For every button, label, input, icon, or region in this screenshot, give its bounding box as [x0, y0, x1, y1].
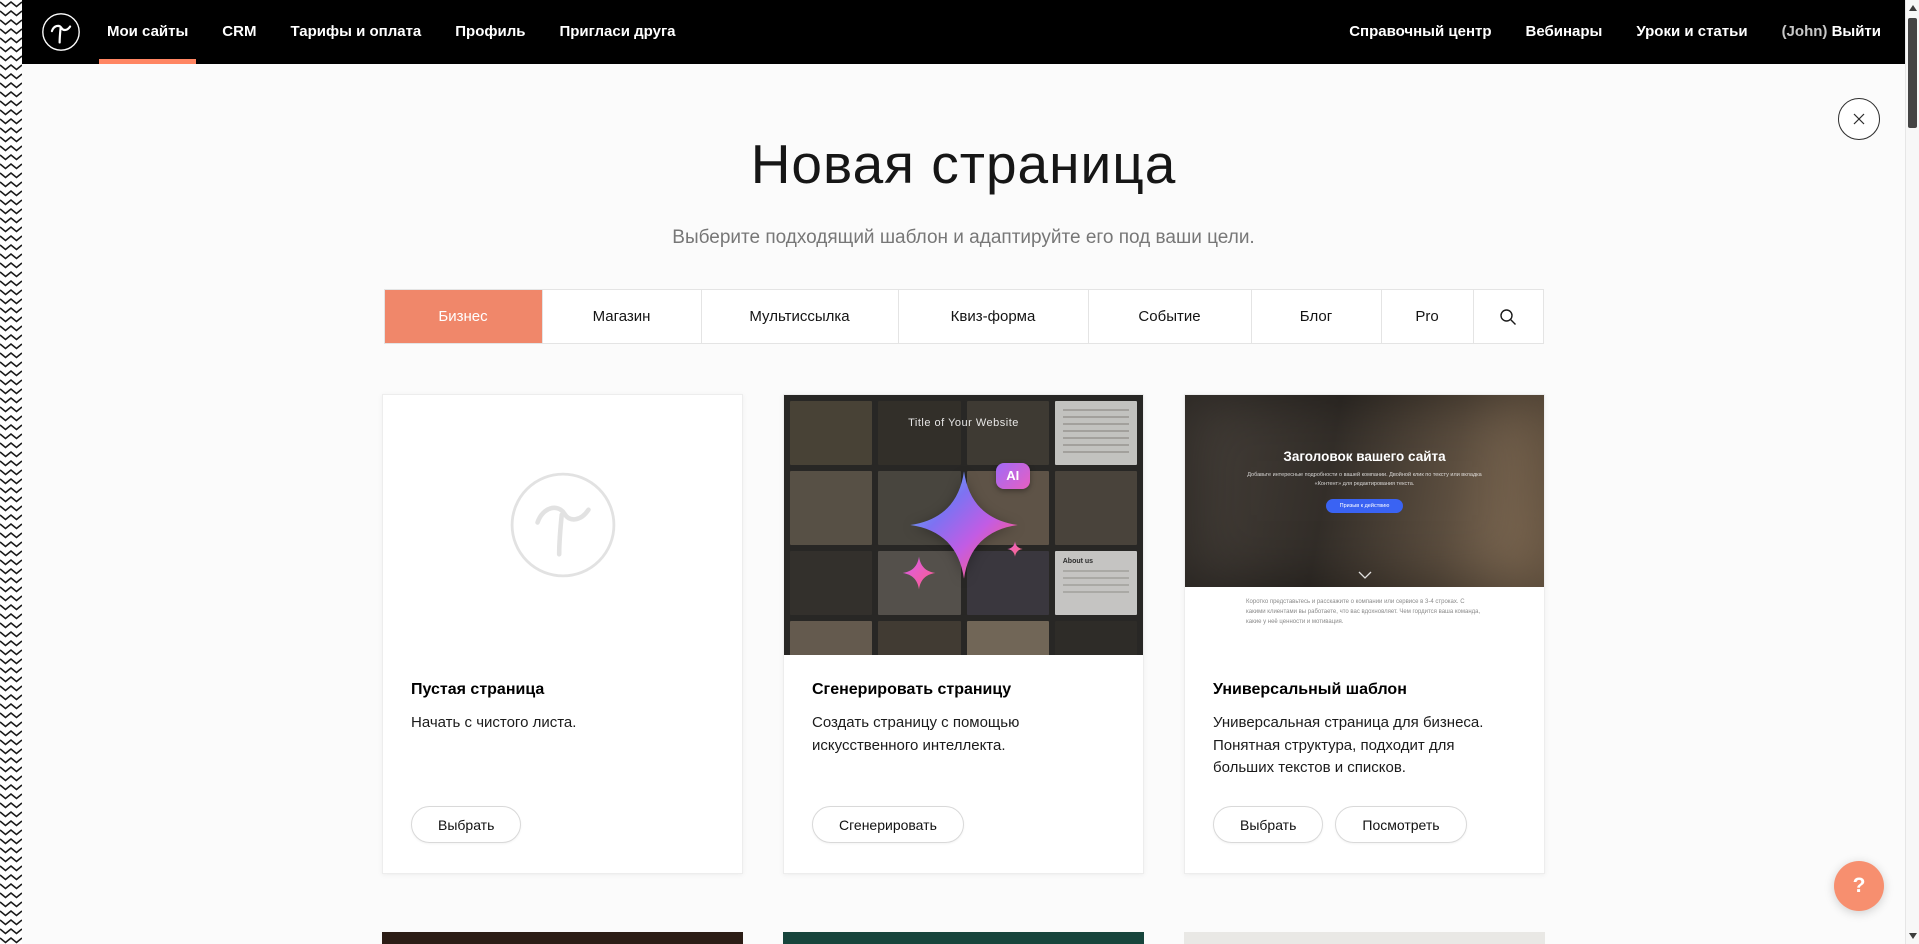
- tilda-logo-icon: [41, 12, 81, 52]
- page-title: Новая страница: [22, 136, 1905, 192]
- tab-multilink[interactable]: Мультиссылка: [702, 290, 899, 343]
- tab-quiz-form[interactable]: Квиз-форма: [899, 290, 1089, 343]
- tab-shop[interactable]: Магазин: [543, 290, 702, 343]
- secondary-nav: Справочный центр Вебинары Уроки и статьи…: [1349, 0, 1881, 64]
- nav-item-tariffs[interactable]: Тарифы и оплата: [290, 0, 421, 64]
- scrollbar-thumb[interactable]: [1908, 18, 1917, 128]
- nav-item-my-sites[interactable]: Мои сайты: [107, 0, 188, 64]
- nav-item-crm[interactable]: CRM: [222, 0, 256, 64]
- nav-item-invite-friend[interactable]: Пригласи друга: [559, 0, 675, 64]
- scrollbar: [1905, 0, 1919, 944]
- tilda-logo[interactable]: [41, 12, 81, 52]
- scroll-down-arrow[interactable]: [1906, 929, 1919, 943]
- zigzag-pattern-icon: [0, 0, 22, 944]
- card-title: Пустая страница: [411, 681, 714, 699]
- template-thumbnail[interactable]: [783, 932, 1144, 944]
- preview-site-title: Title of Your Website: [784, 417, 1143, 429]
- top-navbar: Мои сайты CRM Тарифы и оплата Профиль Пр…: [0, 0, 1905, 64]
- left-decor-strip: [0, 0, 22, 944]
- scroll-down-icon: [1909, 933, 1917, 939]
- template-thumbnail[interactable]: [382, 932, 743, 944]
- nav-item-webinars[interactable]: Вебинары: [1526, 0, 1603, 64]
- search-icon: [1498, 307, 1518, 327]
- card-title: Сгенерировать страницу: [812, 681, 1115, 699]
- small-sparkle-icon: [902, 556, 936, 590]
- tiny-sparkle-icon: [1007, 541, 1023, 557]
- dialog-content: Новая страница Выберите подходящий шабло…: [22, 64, 1905, 944]
- generate-button[interactable]: Сгенерировать: [812, 806, 964, 843]
- close-button[interactable]: [1838, 98, 1880, 140]
- nav-item-logout[interactable]: (John) Выйти: [1782, 0, 1881, 64]
- nav-item-help-center[interactable]: Справочный центр: [1349, 0, 1491, 64]
- universal-template-preview: Заголовок вашего сайта Добавьте интересн…: [1185, 395, 1544, 655]
- new-page-screen: Мои сайты CRM Тарифы и оплата Профиль Пр…: [0, 0, 1919, 944]
- nav-item-profile[interactable]: Профиль: [455, 0, 525, 64]
- profile-name: (John): [1782, 23, 1828, 40]
- help-button[interactable]: ?: [1834, 861, 1884, 911]
- close-icon: [1851, 111, 1867, 127]
- ai-badge: AI: [996, 463, 1030, 489]
- tab-business[interactable]: Бизнес: [385, 290, 543, 343]
- template-hero-subtext: Добавьте интересные подробности о вашей …: [1235, 471, 1493, 489]
- card-body: Универсальный шаблон Универсальная стран…: [1185, 655, 1544, 873]
- main-nav: Мои сайты CRM Тарифы и оплата Профиль Пр…: [107, 0, 676, 64]
- card-body: Пустая страница Начать с чистого листа. …: [383, 655, 742, 873]
- logout-label: Выйти: [1832, 23, 1881, 40]
- card-universal-template[interactable]: Заголовок вашего сайта Добавьте интересн…: [1184, 394, 1545, 874]
- template-paragraph: Коротко представьтесь и расскажите о ком…: [1246, 598, 1483, 628]
- page-subtitle: Выберите подходящий шаблон и адаптируйте…: [22, 226, 1905, 250]
- category-tabs: Бизнес Магазин Мультиссылка Квиз-форма С…: [384, 289, 1544, 344]
- card-generate-ai[interactable]: About us Title of Your Website: [783, 394, 1144, 874]
- template-thumbnail[interactable]: [1184, 932, 1545, 944]
- card-actions: Сгенерировать: [812, 806, 1115, 843]
- card-description: Создать страницу с помощью искусственног…: [812, 712, 1115, 757]
- view-template-button[interactable]: Посмотреть: [1335, 806, 1466, 843]
- card-actions: Выбрать Посмотреть: [1213, 806, 1516, 843]
- choose-blank-button[interactable]: Выбрать: [411, 806, 521, 843]
- blank-page-preview: [383, 395, 742, 655]
- template-hero-section: Заголовок вашего сайта Добавьте интересн…: [1185, 395, 1544, 587]
- next-template-row: [382, 932, 1545, 944]
- template-hero-heading: Заголовок вашего сайта: [1185, 395, 1544, 464]
- chevron-down-icon: [1358, 571, 1372, 579]
- card-body: Сгенерировать страницу Создать страницу …: [784, 655, 1143, 873]
- card-description: Начать с чистого листа.: [411, 712, 714, 735]
- card-actions: Выбрать: [411, 806, 714, 843]
- tab-blog[interactable]: Блог: [1252, 290, 1382, 343]
- tab-event[interactable]: Событие: [1089, 290, 1252, 343]
- tab-search[interactable]: [1474, 290, 1543, 343]
- card-blank-page[interactable]: Пустая страница Начать с чистого листа. …: [382, 394, 743, 874]
- nav-item-lessons[interactable]: Уроки и статьи: [1636, 0, 1747, 64]
- card-title: Универсальный шаблон: [1213, 681, 1516, 699]
- scroll-up-arrow[interactable]: [1906, 1, 1919, 15]
- card-description: Универсальная страница для бизнеса. Поня…: [1213, 712, 1516, 780]
- tab-pro[interactable]: Pro: [1382, 290, 1474, 343]
- template-cards: Пустая страница Начать с чистого листа. …: [382, 394, 1545, 874]
- ai-preview: About us Title of Your Website: [784, 395, 1143, 655]
- template-text-section: Коротко представьтесь и расскажите о ком…: [1185, 598, 1544, 655]
- scroll-up-icon: [1909, 5, 1917, 11]
- choose-template-button[interactable]: Выбрать: [1213, 806, 1323, 843]
- tilda-watermark-icon: [507, 469, 619, 581]
- template-cta-button: Призыв к действию: [1326, 499, 1404, 513]
